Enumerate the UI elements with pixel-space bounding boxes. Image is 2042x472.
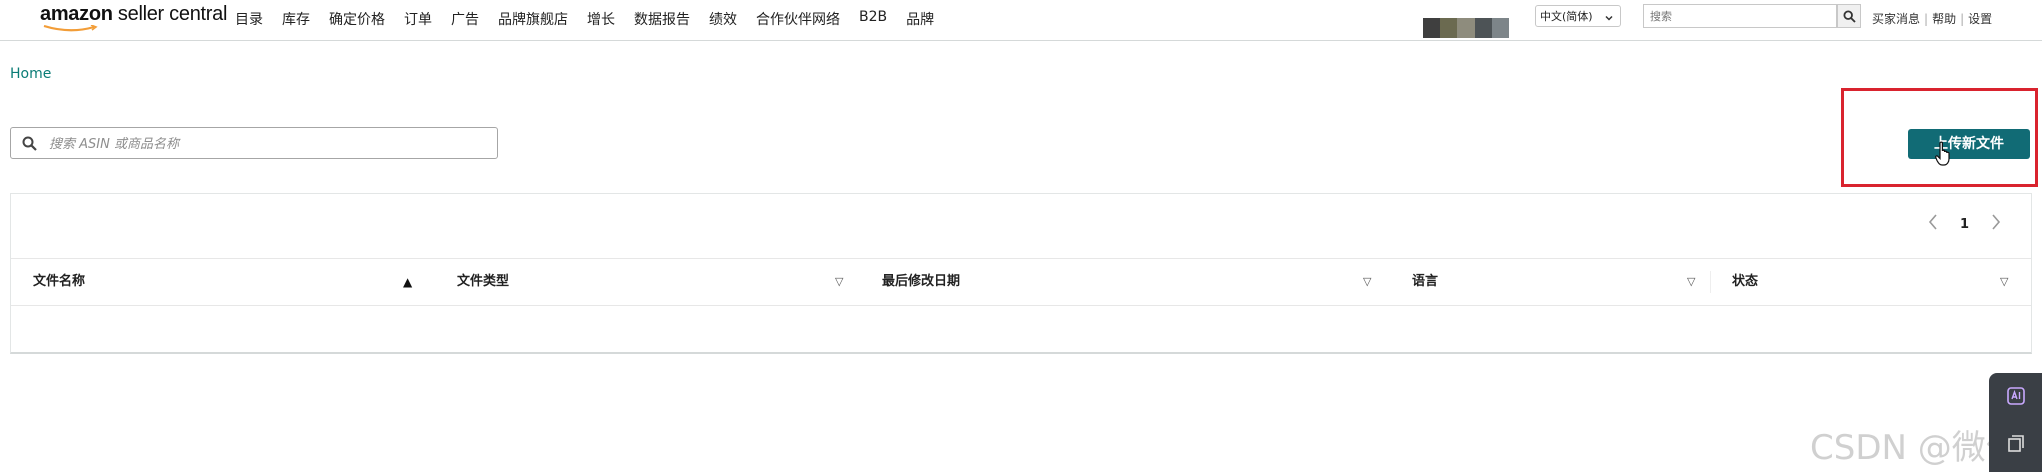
mouse-pointer-icon [1935, 141, 1950, 166]
chevron-right-icon[interactable] [1991, 214, 2001, 235]
nav-item-catalog[interactable]: 目录 [235, 9, 263, 29]
account-avatar-blurred[interactable] [1423, 18, 1510, 38]
column-header-file-name[interactable]: 文件名称 ▲ [11, 259, 435, 305]
pagination: 1 [1928, 214, 2001, 235]
help-link[interactable]: 帮助 [1932, 12, 1956, 26]
logo-brand-text: amazon [40, 3, 113, 25]
logo-product-text: seller central [112, 3, 228, 25]
link-separator: | [1924, 12, 1929, 26]
breadcrumb-home[interactable]: Home [10, 66, 51, 82]
sort-toggle-icon[interactable]: ▽ [1363, 259, 1371, 305]
main-nav-menu: 目录 库存 确定价格 订单 广告 品牌旗舰店 增长 数据报告 绩效 合作伙伴网络… [235, 9, 953, 29]
column-header-status[interactable]: 状态 ▽ [1710, 259, 2031, 305]
asin-search-input[interactable] [47, 132, 491, 156]
link-separator: | [1960, 12, 1965, 26]
buyer-messages-link[interactable]: 买家消息 [1872, 12, 1920, 26]
language-selector-value: 中文(简体) [1540, 10, 1593, 23]
table-header: 文件名称 ▲ 文件类型 ▽ 最后修改日期 ▽ 语言 ▽ 状态 ▽ [11, 258, 2031, 306]
copy-icon [2008, 435, 2024, 452]
chevron-left-icon[interactable] [1928, 214, 1938, 235]
language-selector[interactable]: 中文(简体) [1535, 5, 1621, 27]
nav-item-advertising[interactable]: 广告 [451, 9, 479, 29]
nav-item-stores[interactable]: 品牌旗舰店 [498, 9, 568, 29]
ai-screenshot-icon [2007, 387, 2025, 405]
nav-item-inventory[interactable]: 库存 [282, 9, 310, 29]
files-table-card: 1 文件名称 ▲ 文件类型 ▽ 最后修改日期 ▽ 语言 ▽ 状态 ▽ [10, 193, 2032, 354]
nav-item-reports[interactable]: 数据报告 [634, 9, 690, 29]
highlight-annotation-box [1841, 88, 2038, 187]
column-header-language[interactable]: 语言 ▽ [1390, 259, 1710, 305]
column-header-label: 文件名称 [33, 274, 86, 289]
nav-item-b2b[interactable]: B2B [859, 9, 887, 29]
floating-side-widget[interactable] [1989, 373, 2042, 472]
nav-item-orders[interactable]: 订单 [404, 9, 432, 29]
search-icon [22, 136, 37, 151]
top-utility-links: 买家消息 | 帮助 | 设置 [1872, 10, 1992, 27]
nav-item-pricing[interactable]: 确定价格 [329, 9, 385, 29]
sort-ascending-icon[interactable]: ▲ [403, 259, 412, 305]
amazon-seller-central-logo[interactable]: amazon seller central [40, 3, 228, 32]
nav-item-performance[interactable]: 绩效 [709, 9, 737, 29]
column-header-last-modified[interactable]: 最后修改日期 ▽ [860, 259, 1390, 305]
search-icon [1842, 9, 1856, 23]
global-search-button[interactable] [1837, 4, 1861, 28]
nav-item-growth[interactable]: 增长 [587, 9, 615, 29]
settings-link[interactable]: 设置 [1968, 12, 1992, 26]
asin-search-box [10, 127, 498, 159]
column-header-label: 文件类型 [457, 274, 510, 289]
sort-toggle-icon[interactable]: ▽ [1687, 259, 1695, 305]
nav-item-brands[interactable]: 品牌 [906, 9, 934, 29]
column-header-label: 最后修改日期 [882, 274, 961, 289]
sort-toggle-icon[interactable]: ▽ [835, 259, 843, 305]
global-search-input[interactable] [1643, 4, 1837, 28]
column-header-label: 状态 [1732, 274, 1759, 289]
nav-item-partner-network[interactable]: 合作伙伴网络 [756, 9, 840, 29]
chevron-down-icon [1604, 10, 1614, 32]
top-navigation-bar: amazon seller central 目录 库存 确定价格 订单 广告 品… [0, 0, 2042, 41]
amazon-smile-icon [43, 25, 98, 32]
current-page-number[interactable]: 1 [1960, 217, 1969, 232]
column-header-file-type[interactable]: 文件类型 ▽ [435, 259, 860, 305]
sort-toggle-icon[interactable]: ▽ [2000, 259, 2008, 305]
column-header-label: 语言 [1412, 274, 1439, 289]
